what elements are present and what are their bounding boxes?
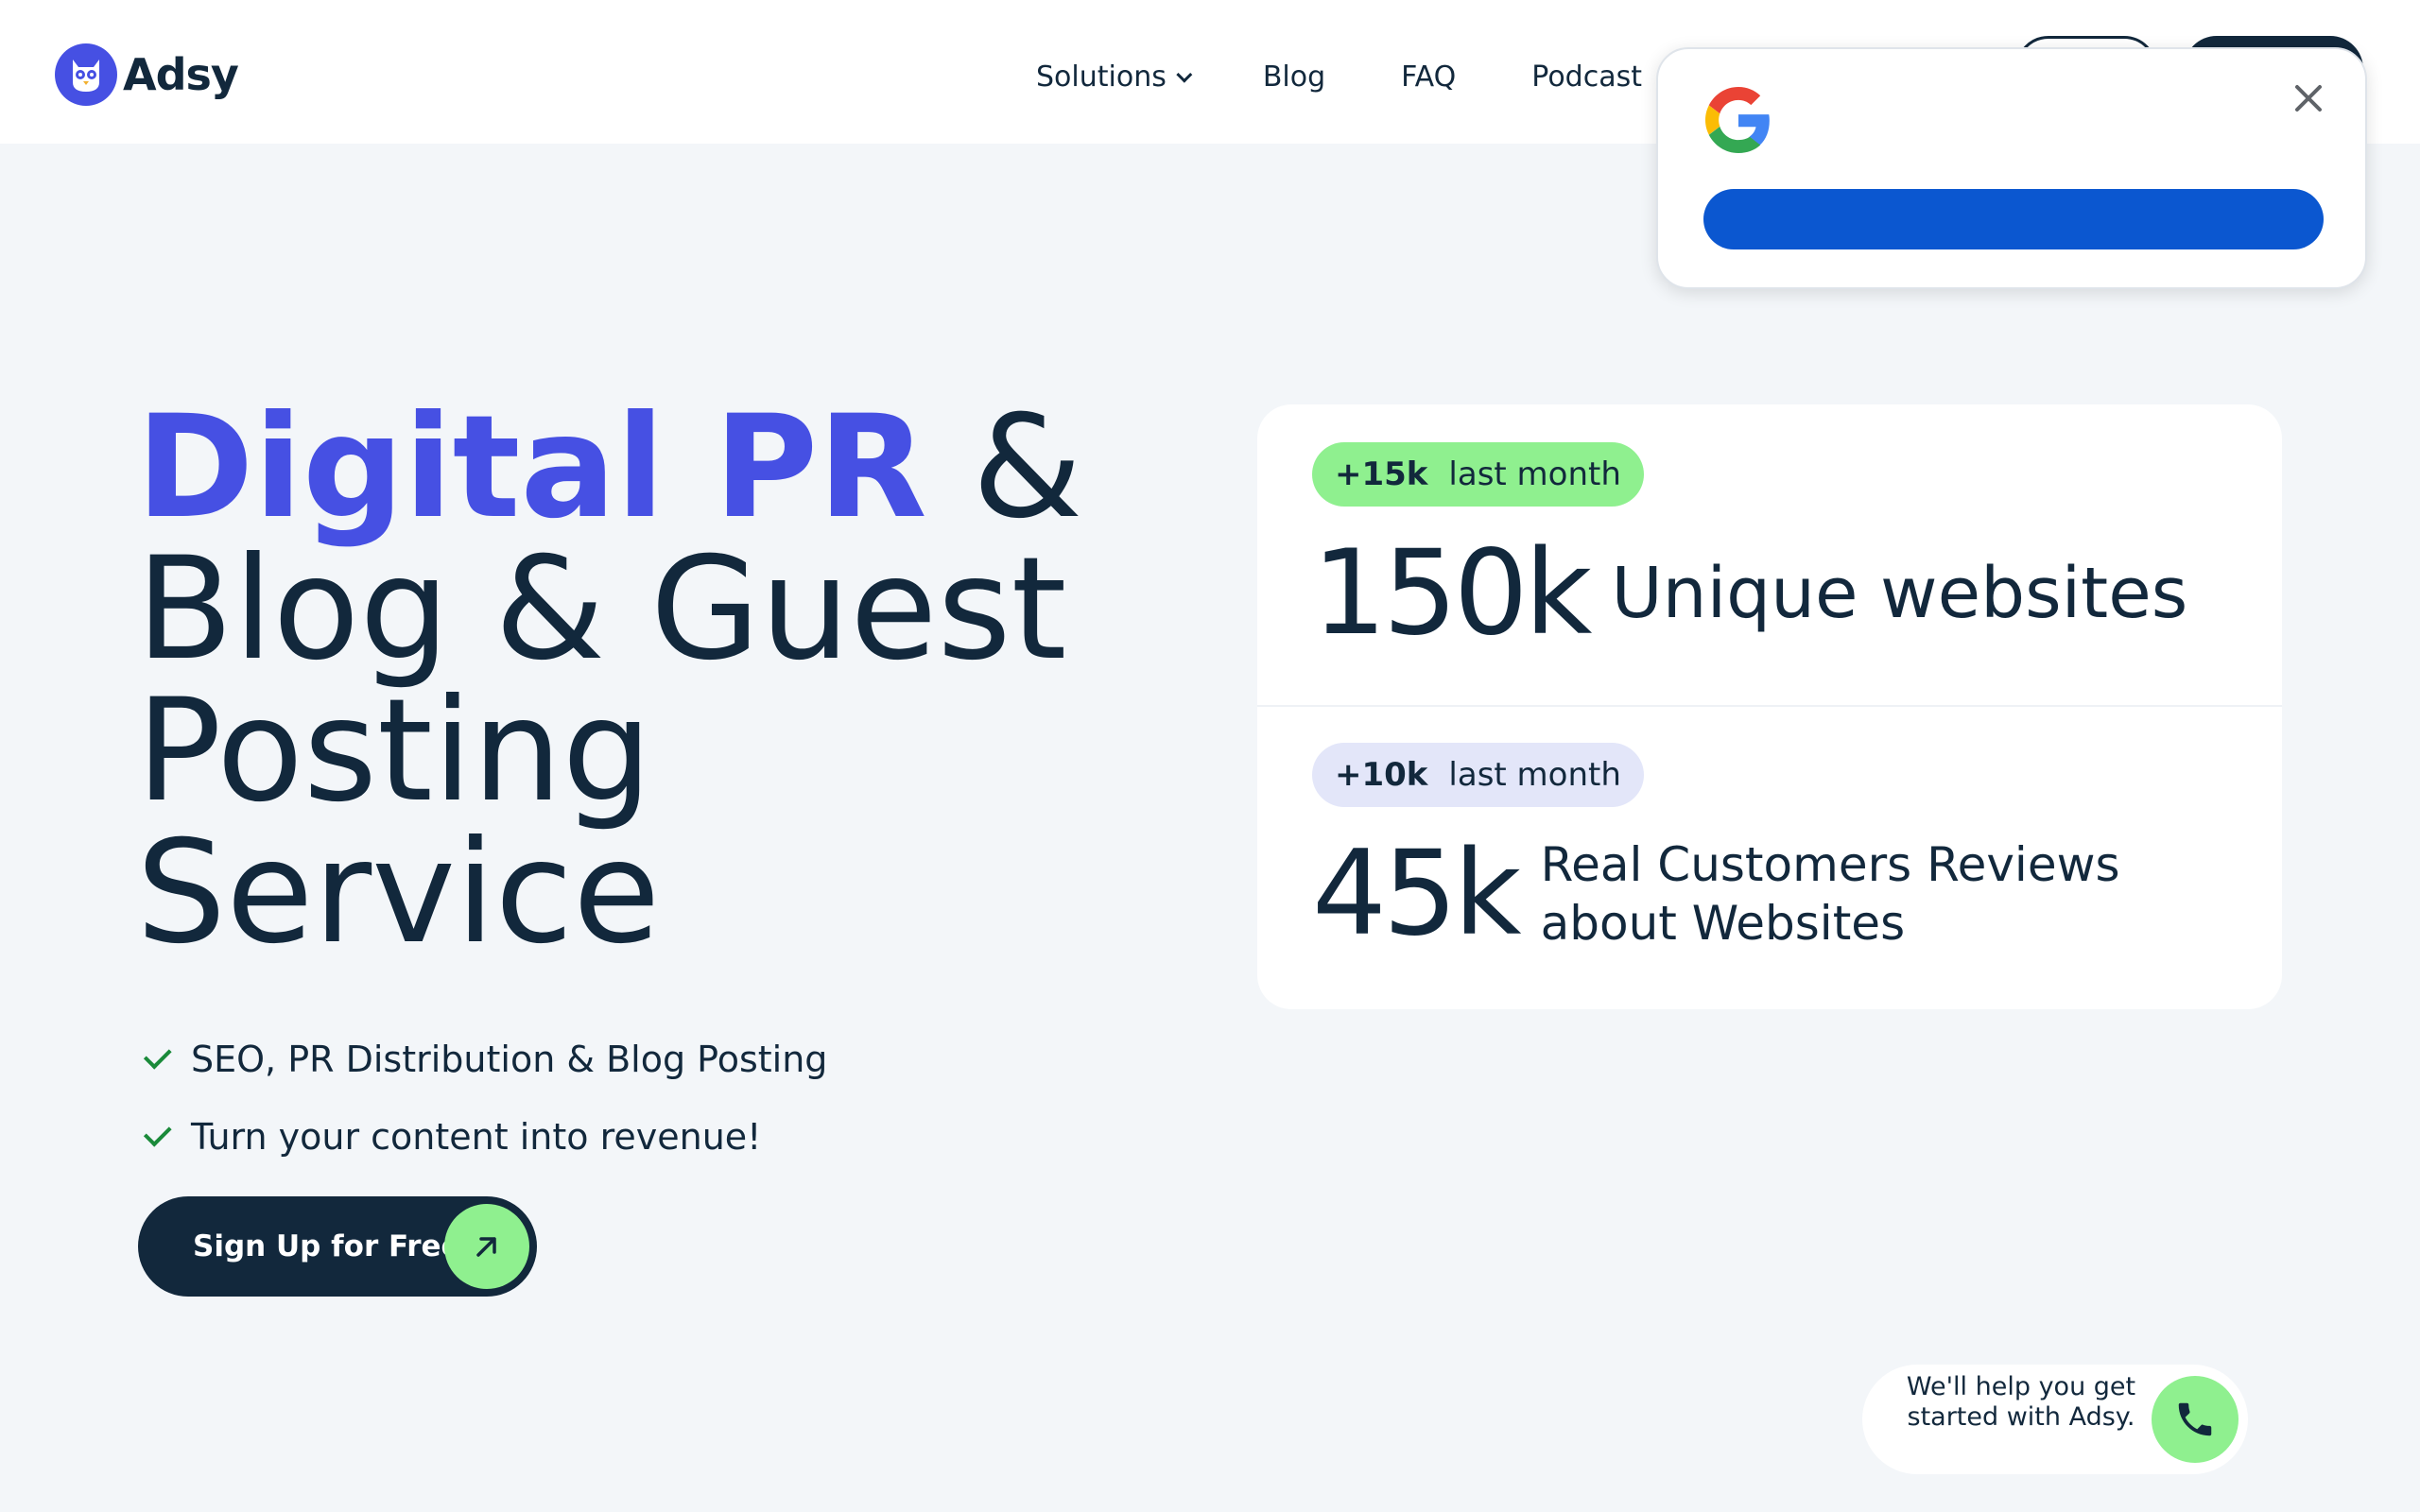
benefit-item: Turn your content into revenue! [143,1098,827,1176]
main-nav: Solutions Blog FAQ Podcast [1036,60,1642,94]
sign-up-button[interactable]: Sign Up for Free [138,1196,537,1297]
nav-item-podcast[interactable]: Podcast [1531,60,1642,94]
benefit-text: SEO, PR Distribution & Blog Posting [191,1039,828,1080]
stat-value: 150k [1312,525,1592,662]
nav-item-faq[interactable]: FAQ [1401,60,1456,94]
divider [1257,705,2282,707]
growth-badge: +10k last month [1312,743,1644,807]
nav-item-label: Solutions [1036,60,1167,94]
chat-widget[interactable]: We'll help you get started with Adsy. [1862,1365,2248,1474]
nav-item-blog[interactable]: Blog [1263,60,1325,94]
google-continue-button[interactable] [1703,189,2324,249]
stat-label: Real Customers Reviews about Websites [1540,837,2120,951]
logo[interactable]: Adsy [55,43,239,106]
chat-widget-text: We'll help you get started with Adsy. [1906,1372,2136,1432]
nav-item-solutions[interactable]: Solutions [1036,60,1193,94]
chevron-down-icon [1176,66,1193,83]
hero-title-line3: Posting [136,669,652,833]
stats-card: +15k last month 150k Unique websites +10… [1257,404,2282,1009]
growth-badge-value: +15k [1335,455,1428,493]
check-icon [143,1040,172,1070]
nav-item-label: FAQ [1401,60,1457,94]
google-sign-in-popup [1656,47,2367,289]
phone-icon[interactable] [2152,1376,2238,1463]
check-icon [143,1118,172,1147]
hero-title-line4: Service [136,811,661,975]
google-g-icon [1705,87,1770,153]
hero-title-line2: Blog & Guest [136,527,1067,692]
benefit-item: SEO, PR Distribution & Blog Posting [143,1021,828,1098]
hero-title-accent: Digital PR [136,386,927,550]
stat-reviews: +10k last month 45k Real Customers Revie… [1312,743,2146,960]
growth-badge-value: +10k [1335,756,1428,794]
close-icon[interactable] [2286,76,2331,121]
hero-title-amp: & [926,386,1083,550]
growth-badge: +15k last month [1312,442,1644,507]
owl-logo-icon [55,43,117,106]
sign-up-label: Sign Up for Free [193,1229,461,1263]
arrow-up-right-icon [444,1204,529,1289]
growth-badge-text: last month [1448,455,1621,493]
stat-label: Unique websites [1611,553,2188,634]
benefit-text: Turn your content into revenue! [191,1116,762,1158]
nav-item-label: Blog [1262,60,1326,94]
growth-badge-text: last month [1448,756,1621,794]
hero-title: Digital PR & Blog & Guest Posting Servic… [136,397,1176,964]
nav-item-label: Podcast [1531,60,1642,94]
stat-websites: +15k last month 150k Unique websites [1312,442,2187,660]
stat-value: 45k [1312,826,1522,962]
logo-text: Adsy [123,49,239,100]
benefit-list: SEO, PR Distribution & Blog Posting Turn… [143,1021,828,1176]
